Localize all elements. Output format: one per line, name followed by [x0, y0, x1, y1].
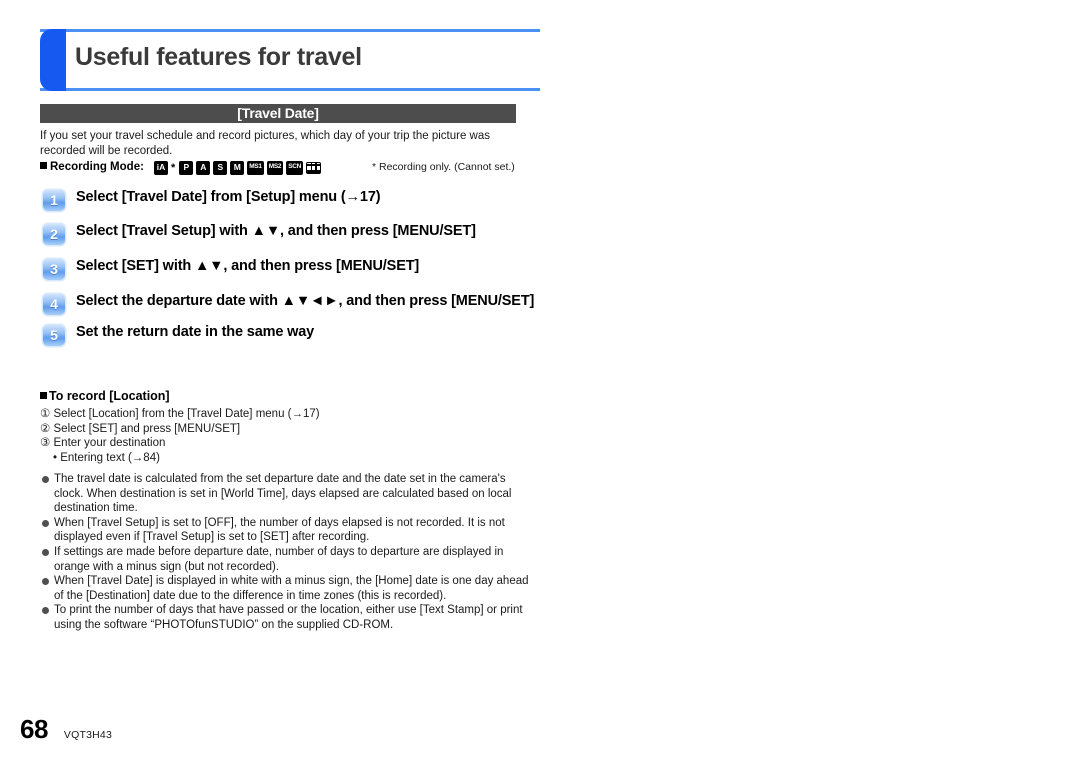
mode-icon-p: P — [179, 161, 194, 175]
subsection-title: To record [Location] — [49, 389, 170, 403]
document-code: VQT3H43 — [63, 729, 113, 741]
step-5-badge: 5 — [43, 325, 65, 346]
subsection-record-location: To record [Location] ① Select [Location]… — [40, 389, 530, 465]
note-item: The travel date is calculated from the s… — [40, 472, 530, 516]
recording-mode-label-wrap: Recording Mode: — [40, 160, 144, 175]
step-2: 2 Select [Travel Setup] with ▲▼, and the… — [43, 222, 543, 248]
step-3-badge: 3 — [43, 259, 65, 280]
chapter-header: Useful features for travel — [40, 29, 540, 91]
mode-icon-scn: SCN — [286, 161, 304, 175]
step-3: 3 Select [SET] with ▲▼, and then press [… — [43, 257, 543, 283]
note-item: When [Travel Setup] is set to [OFF], the… — [40, 516, 530, 545]
note-item: To print the number of days that have pa… — [40, 603, 530, 632]
section-title-bar: [Travel Date] — [40, 104, 516, 123]
mode-icon-ia: iA — [154, 161, 168, 175]
notes-list: The travel date is calculated from the s… — [40, 472, 530, 633]
mode-icon-ms2: MS2 — [266, 161, 284, 175]
list-item: ② Select [SET] and press [MENU/SET] — [40, 422, 241, 435]
mode-icon-a: A — [196, 161, 211, 175]
subsection-numbered-list: ① Select [Location] from the [Travel Dat… — [40, 407, 530, 451]
mode-icon-movie — [306, 162, 322, 174]
manual-page: { "chapter": { "title": "Useful features… — [0, 0, 1080, 765]
page-number: 68 — [20, 714, 48, 744]
subsection-title-wrap: To record [Location] — [40, 389, 530, 404]
square-bullet-icon-small — [40, 392, 47, 399]
instruction-steps: 1 Select [Travel Date] from [Setup] menu… — [43, 188, 543, 354]
step-1: 1 Select [Travel Date] from [Setup] menu… — [43, 188, 543, 214]
mode-icon-m: M — [230, 161, 245, 175]
list-item: ① Select [Location] from the [Travel Dat… — [40, 408, 320, 420]
step-4-badge: 4 — [43, 294, 65, 315]
mode-icon-ms1: MS1 — [247, 161, 264, 175]
step-5-text: Set the return date in the same way — [76, 324, 315, 340]
step-1-badge: 1 — [43, 190, 65, 211]
step-1-text: Select [Travel Date] from [Setup] menu (… — [76, 189, 381, 205]
mode-icon-s: S — [213, 161, 228, 175]
square-bullet-icon — [40, 162, 47, 169]
step-5: 5 Set the return date in the same way — [43, 323, 543, 349]
asterisk-icon: * — [171, 162, 176, 174]
list-item: ③ Enter your destination — [40, 437, 166, 449]
section-intro-text: If you set your travel schedule and reco… — [40, 130, 490, 157]
chapter-header-accent-block — [40, 29, 66, 91]
page-title: Useful features for travel — [75, 43, 362, 71]
step-4-text: Select the departure date with ▲▼◄►, and… — [76, 293, 535, 309]
page-footer: 68 VQT3H43 — [20, 714, 112, 745]
recording-mode-icon-row: iA * P A S M MS1 MS2 SCN — [154, 161, 322, 175]
note-item: If settings are made before departure da… — [40, 545, 530, 574]
recording-mode-label: Recording Mode: — [50, 161, 144, 173]
step-4: 4 Select the departure date with ▲▼◄►, a… — [43, 292, 543, 318]
note-item: When [Travel Date] is displayed in white… — [40, 574, 530, 603]
step-2-badge: 2 — [43, 224, 65, 245]
subsection-sub-bullet: • Entering text (→84) — [53, 451, 160, 464]
step-3-text: Select [SET] with ▲▼, and then press [ME… — [76, 258, 420, 274]
step-2-text: Select [Travel Setup] with ▲▼, and then … — [76, 223, 476, 239]
recording-mode-row: Recording Mode: iA * P A S M MS1 MS2 SCN… — [40, 160, 520, 176]
recording-mode-footnote: * Recording only. (Cannot set.) — [372, 161, 515, 173]
